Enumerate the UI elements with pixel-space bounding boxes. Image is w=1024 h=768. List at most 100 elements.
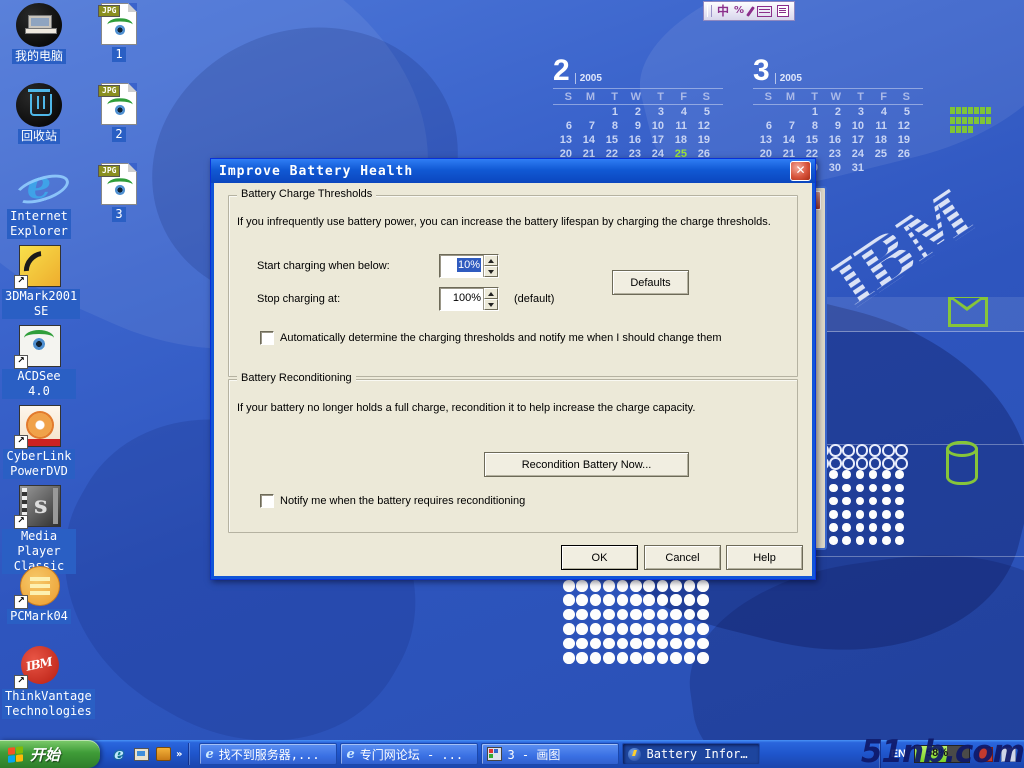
reconditioning-description: If your battery no longer holds a full c… (237, 402, 791, 414)
grid-icon-cell (986, 117, 991, 124)
calendar-day: 17 (645, 133, 668, 147)
language-indicator[interactable]: EN (891, 748, 906, 760)
defaults-button[interactable]: Defaults (612, 270, 689, 295)
wallpaper-dot (643, 623, 655, 635)
taskbar-task-button[interactable]: e找不到服务器,... (199, 743, 337, 765)
wallpaper-dot (829, 536, 838, 545)
calendar-day: 19 (891, 133, 914, 147)
wallpaper-dot (576, 594, 588, 606)
spin-down-icon[interactable] (484, 266, 498, 277)
checkbox-box[interactable] (260, 494, 274, 508)
grid-icon-cell (968, 107, 973, 114)
wallpaper-dot (697, 594, 709, 606)
desktop-icon-media-player-classic[interactable]: ↗Media Player Classic (2, 483, 76, 575)
close-icon[interactable]: ✕ (790, 161, 811, 181)
dialog-titlebar[interactable]: Improve Battery Health ✕ (211, 159, 815, 183)
calendar-weekday: M (776, 90, 799, 104)
show-desktop-icon[interactable] (132, 745, 150, 763)
jpg-file-icon: JPG (101, 163, 137, 205)
notify-reconditioning-checkbox[interactable]: Notify me when the battery requires reco… (260, 494, 525, 508)
calendar-weekday: F (668, 90, 691, 104)
calendar-day: 2 (822, 105, 845, 119)
wallpaper-dot (563, 609, 575, 621)
spin-up-icon[interactable] (484, 255, 498, 266)
desktop-icon-label: PCMark04 (7, 609, 71, 624)
auto-determine-checkbox[interactable]: Automatically determine the charging thr… (260, 331, 721, 345)
desktop-icon-acdsee[interactable]: ↗ACDSee 4.0 (2, 323, 76, 400)
pen-icon[interactable] (746, 6, 755, 17)
wallpaper-dot (697, 652, 709, 664)
wallpaper-dot (842, 510, 851, 519)
wallpaper-dot (697, 623, 709, 635)
language-bar[interactable]: 中 % (703, 1, 795, 21)
desktop-icon-thinkvantage[interactable]: ↗ThinkVantage Technologies (2, 643, 76, 720)
wallpaper-dot (590, 652, 602, 664)
spin-down-icon[interactable] (484, 299, 498, 310)
calendar-day: 13 (753, 133, 776, 147)
default-note: (default) (514, 293, 554, 305)
calendar-day: 12 (691, 119, 714, 133)
wallpaper-dot (895, 484, 904, 493)
wallpaper-dot (895, 457, 908, 470)
stop-charging-value: 100% (440, 288, 483, 310)
stop-charging-spinner[interactable]: 100% (439, 287, 499, 311)
taskbar-task-button[interactable]: 3 - 画图 (481, 743, 619, 765)
wallpaper-dot (842, 444, 855, 457)
calendar-day: 26 (891, 147, 914, 161)
desktop-icon-pcmark04[interactable]: ↗PCMark04 (2, 563, 76, 625)
recondition-battery-button[interactable]: Recondition Battery Now... (484, 452, 689, 477)
calendar-week-row: 12345 (753, 105, 923, 119)
tray-icon-red[interactable] (978, 747, 993, 762)
cancel-button[interactable]: Cancel (644, 545, 721, 570)
start-charging-spinner[interactable]: 10% (439, 254, 499, 278)
wallpaper-dot (829, 497, 838, 506)
width-toggle-icon[interactable]: % (734, 3, 744, 19)
desktop-icon-jpg-3[interactable]: JPG3 (82, 163, 156, 223)
wallpaper-calendar-month-2: 22005SMTWTFS1234567891011121314151617181… (553, 54, 723, 175)
wallpaper-dot (869, 457, 882, 470)
wallpaper-dot (697, 580, 709, 592)
calendar-day: 11 (868, 119, 891, 133)
tray-icon-generic[interactable] (1001, 747, 1016, 762)
langbar-menu-icon[interactable] (777, 5, 789, 17)
calendar-day: 24 (845, 147, 868, 161)
wallpaper-dot (829, 444, 842, 457)
media-player-icon[interactable] (154, 745, 172, 763)
taskbar-task-button[interactable]: e专门网论坛 - ... (340, 743, 478, 765)
desktop-icon-internet-explorer[interactable]: eInternet Explorer (2, 163, 76, 240)
battery-reconditioning-group: Battery Reconditioning If your battery n… (228, 379, 798, 533)
checkbox-box[interactable] (260, 331, 274, 345)
calendar-weekday: W (822, 90, 845, 104)
desktop-icon-recycle-bin[interactable]: 回收站 (2, 83, 76, 145)
chinese-input-icon[interactable]: 中 (717, 3, 729, 19)
wallpaper-dot (895, 470, 904, 479)
calendar-day: 18 (668, 133, 691, 147)
calendar-week-row: 13141516171819 (753, 133, 923, 147)
keyboard-icon[interactable] (757, 6, 772, 17)
wallpaper-dot (603, 594, 615, 606)
dialog-title: Improve Battery Health (219, 164, 790, 179)
desktop-icon-jpg-2[interactable]: JPG2 (82, 83, 156, 143)
desktop-icon-jpg-1[interactable]: JPG1 (82, 3, 156, 63)
desktop: 22005SMTWTFS1234567891011121314151617181… (0, 0, 1024, 768)
desktop-icon-my-computer[interactable]: 我的电脑 (2, 3, 76, 65)
spin-up-icon[interactable] (484, 288, 498, 299)
internet-explorer-icon[interactable]: e (110, 745, 128, 763)
taskbar-task-active[interactable]: Battery Infor... (622, 743, 760, 765)
quick-launch-overflow-icon[interactable]: » (176, 749, 182, 760)
grid-icon-cell (980, 107, 985, 114)
help-button[interactable]: Help (726, 545, 803, 570)
langbar-grip[interactable] (707, 5, 712, 17)
battery-meter[interactable]: 58% (914, 745, 970, 763)
start-button[interactable]: 开始 (0, 740, 100, 768)
wallpaper-dot (882, 457, 895, 470)
battery-percent: 58% (915, 746, 959, 761)
calendar-week-row: 13141516171819 (553, 133, 723, 147)
calendar-day: 2 (622, 105, 645, 119)
calendar-year: 2005 (575, 73, 602, 84)
ok-button[interactable]: OK (561, 545, 638, 570)
wallpaper-dot (869, 536, 878, 545)
desktop-icon-cyberlink-powerdvd[interactable]: ↗CyberLink PowerDVD (2, 403, 76, 480)
calendar-day: 31 (845, 161, 868, 175)
desktop-icon-3dmark2001-se[interactable]: ↗3DMark2001 SE (2, 243, 76, 320)
